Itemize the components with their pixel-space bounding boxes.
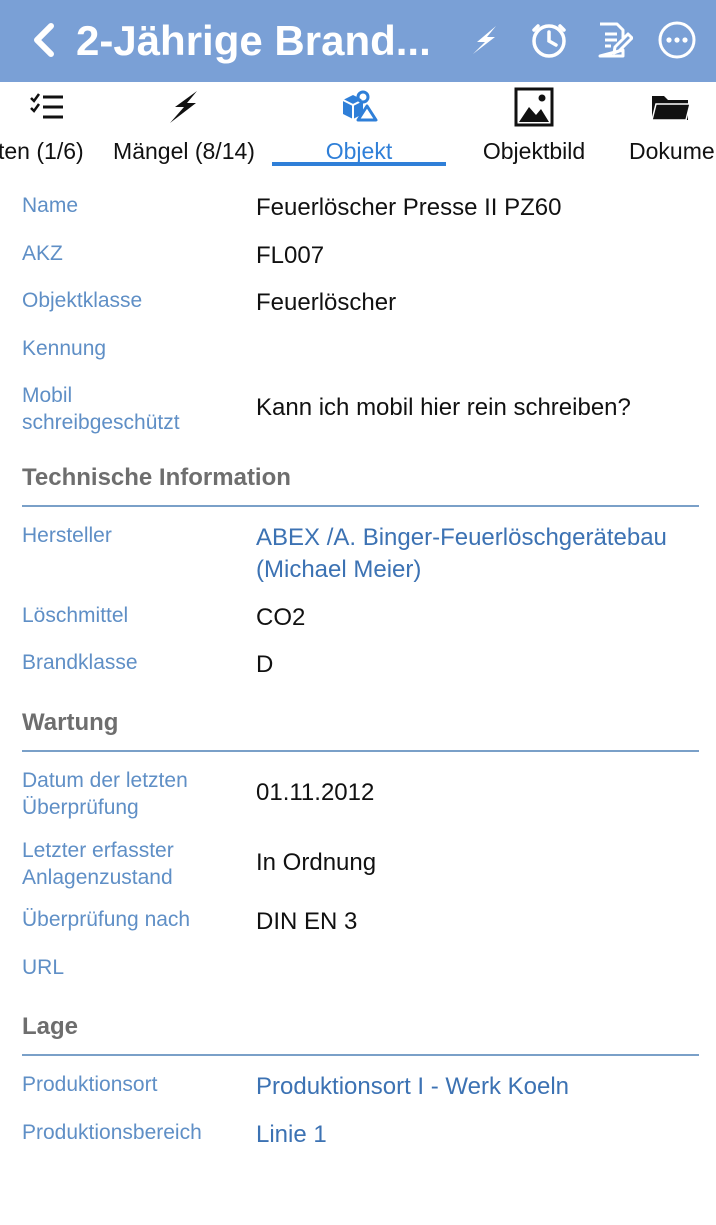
section-divider [22,750,699,752]
section-heading-lage: Lage [22,1013,79,1040]
field-label: Anlagenzustand [22,866,173,889]
field-label[interactable]: Hersteller [22,522,242,549]
section-heading-technische-information: Technische Information [22,464,291,491]
field-label: Objektklasse [22,289,143,312]
field-value: In Ordnung [256,849,377,876]
tab-label: Objektbild [482,138,586,164]
field-label: Überprüfung nach [22,908,191,931]
field-value: D [256,651,274,678]
field-label: schreibgeschützt [22,411,180,434]
clock-button[interactable] [526,17,572,63]
section-divider [22,1054,699,1056]
produktionsbereich-link[interactable]: Linie 1 [256,1119,706,1151]
field-value: CO2 [256,604,306,631]
field-produktionsbereich: Produktionsbereich Linie 1 [22,1119,702,1159]
clock-icon [532,24,566,58]
field-label: Mobil [22,384,73,407]
chevron-left-icon [34,23,54,57]
tab-dokumente[interactable]: Dokume [622,82,716,172]
field-datum-letzte-ueberpruefung: Datum der letzten Überprüfung 01.11.2012 [22,767,702,823]
field-hersteller: Hersteller ABEX /A. Binger-Feuerlöschger… [22,522,702,588]
field-produktionsort: Produktionsort Produktionsort I - Werk K… [22,1071,702,1111]
field-label: Letzter erfasster [22,839,174,862]
active-tab-indicator [272,162,446,166]
field-label: Kennung [22,337,107,360]
tab-objektbild[interactable]: Objektbild [460,82,608,172]
field-label: Produktionsbereich [22,1121,202,1144]
objects-icon [337,86,381,128]
field-label: Löschmittel [22,604,129,627]
field-url: URL [22,954,702,994]
field-kennung: Kennung [22,335,702,375]
edit-document-button[interactable] [590,17,636,63]
tab-label: Mängel (8/14) [113,138,255,164]
field-label: Brandklasse [22,651,138,674]
field-label: AKZ [22,242,63,265]
tab-label: Dokume [629,138,715,164]
tab-bar: ten (1/6) Mängel (8/14) Objekt Objektbil… [0,82,716,172]
field-akz: AKZ FL007 [22,240,702,280]
lightning-icon [473,26,496,54]
field-brandklasse: Brandklasse D [22,649,702,689]
page-title: 2-Jährige Brand... [76,17,431,64]
more-icon [658,21,696,59]
field-anlagenzustand: Letzter erfasster Anlagenzustand In Ordn… [22,837,702,893]
field-label: Name [22,194,79,217]
section-divider [22,505,699,507]
tab-label: Objekt [325,138,393,164]
more-button[interactable] [654,17,700,63]
field-value: 01.11.2012 [256,779,375,806]
app-bar: 2-Jährige Brand... [0,0,716,82]
lightning-button[interactable] [462,17,508,63]
field-objektklasse: Objektklasse Feuerlöscher [22,287,702,327]
tab-objekt[interactable]: Objekt [272,82,446,172]
field-label: Überprüfung [22,796,139,819]
field-loeschmittel: Löschmittel CO2 [22,602,702,642]
field-value: FL007 [256,242,325,269]
back-button[interactable] [24,18,64,62]
image-icon [512,86,556,128]
tab-maengel[interactable]: Mängel (8/14) [104,82,264,172]
hersteller-link[interactable]: ABEX /A. Binger-Feuerlöschgerätebau [256,522,706,554]
field-name: Name Feuerlöscher Presse II PZ60 [22,192,702,232]
field-ueberpruefung-nach: Überprüfung nach DIN EN 3 [22,906,702,946]
field-label: Produktionsort [22,1073,158,1096]
tab-label: ten (1/6) [0,138,84,164]
checklist-icon [25,86,69,128]
field-value: Feuerlöscher Presse II PZ60 [256,194,562,221]
produktionsort-link[interactable]: Produktionsort I - Werk Koeln [256,1071,706,1103]
lightning-icon [162,86,206,128]
field-label: Datum der letzten [22,769,188,792]
section-heading-wartung: Wartung [22,709,119,736]
field-mobil-schreibgeschuetzt: Mobil schreibgeschützt Kann ich mobil hi… [22,382,702,438]
tab-checkliste[interactable]: ten (1/6) [0,82,112,172]
field-value: Kann ich mobil hier rein schreiben? [256,394,631,421]
field-value: DIN EN 3 [256,908,358,935]
hersteller-link-contact[interactable]: (Michael Meier) [256,554,706,586]
folder-icon [648,86,692,128]
field-label: URL [22,956,65,979]
edit-document-icon [598,22,633,58]
field-value: Feuerlöscher [256,289,397,316]
